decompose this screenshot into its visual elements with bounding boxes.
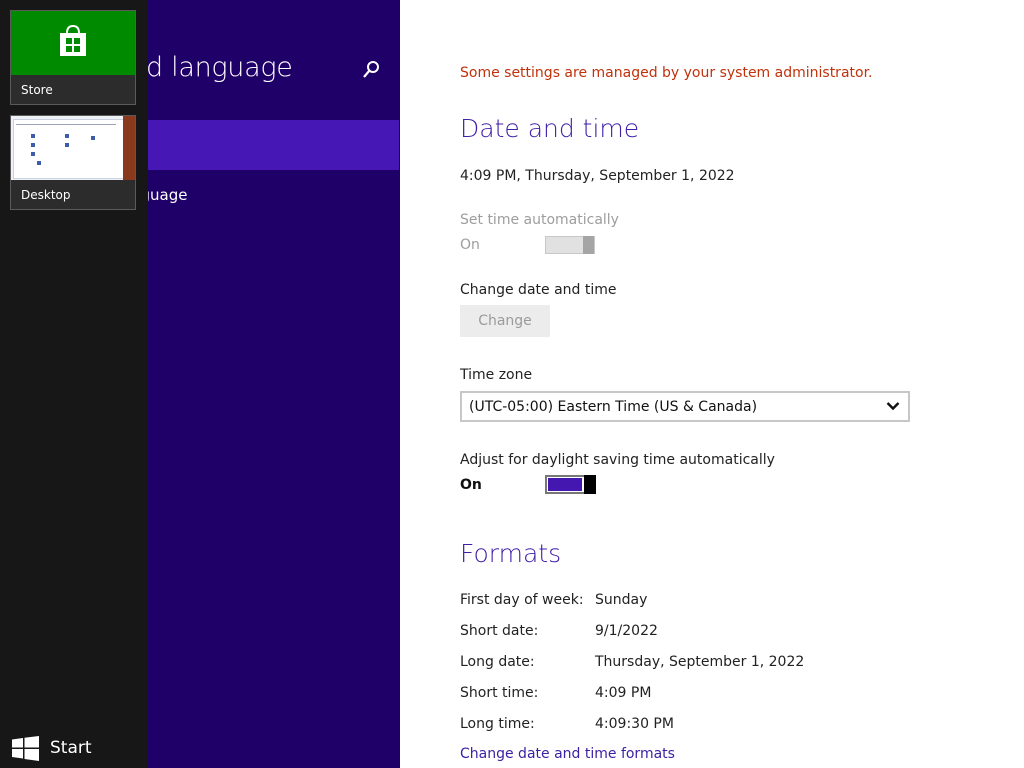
switcher-item-store[interactable]: Store xyxy=(10,10,136,105)
format-label-short-time: Short time: xyxy=(460,685,539,701)
chevron-down-icon xyxy=(886,402,900,411)
start-label: Start xyxy=(50,738,92,758)
set-time-automatically-label: Set time automatically xyxy=(460,212,619,228)
set-time-automatically-state: On xyxy=(460,237,480,253)
format-label-long-date: Long date: xyxy=(460,654,535,670)
set-time-automatically-toggle xyxy=(545,236,595,254)
change-date-time-label: Change date and time xyxy=(460,282,617,298)
toggle-fill xyxy=(548,478,582,491)
nav-title: d language xyxy=(146,52,293,83)
toggle-knob xyxy=(583,236,594,254)
daylight-saving-toggle[interactable] xyxy=(545,475,596,494)
app-switcher: Store Desktop Start xyxy=(0,0,148,768)
format-value-long-time: 4:09:30 PM xyxy=(595,716,674,732)
desktop-thumbnail xyxy=(11,116,135,180)
time-zone-value: (UTC-05:00) Eastern Time (US & Canada) xyxy=(469,399,758,415)
change-date-time-button: Change xyxy=(460,305,550,337)
current-datetime: 4:09 PM, Thursday, September 1, 2022 xyxy=(460,168,735,184)
switcher-label-desktop: Desktop xyxy=(21,188,71,202)
change-formats-link[interactable]: Change date and time formats xyxy=(460,746,675,762)
windows-logo-icon xyxy=(12,735,39,761)
toggle-knob xyxy=(584,475,596,494)
format-label-short-date: Short date: xyxy=(460,623,539,639)
section-heading-formats: Formats xyxy=(460,539,562,568)
start-button[interactable]: Start xyxy=(12,734,92,762)
time-zone-dropdown[interactable]: (UTC-05:00) Eastern Time (US & Canada) xyxy=(460,391,910,422)
format-label-first-day: First day of week: xyxy=(460,592,584,608)
switcher-label-store: Store xyxy=(21,83,53,97)
store-tile xyxy=(11,11,135,75)
admin-managed-notice: Some settings are managed by your system… xyxy=(460,65,873,81)
store-bag-icon xyxy=(60,25,86,56)
format-label-long-time: Long time: xyxy=(460,716,535,732)
daylight-saving-state: On xyxy=(460,477,482,493)
switcher-item-desktop[interactable]: Desktop xyxy=(10,115,136,210)
search-icon[interactable] xyxy=(362,60,380,80)
daylight-saving-label: Adjust for daylight saving time automati… xyxy=(460,452,775,468)
date-time-settings-content: Some settings are managed by your system… xyxy=(400,0,1024,768)
format-value-short-date: 9/1/2022 xyxy=(595,623,658,639)
section-heading-date-time: Date and time xyxy=(460,114,640,143)
format-value-first-day: Sunday xyxy=(595,592,648,608)
format-value-long-date: Thursday, September 1, 2022 xyxy=(595,654,805,670)
format-value-short-time: 4:09 PM xyxy=(595,685,652,701)
time-zone-label: Time zone xyxy=(460,367,533,383)
